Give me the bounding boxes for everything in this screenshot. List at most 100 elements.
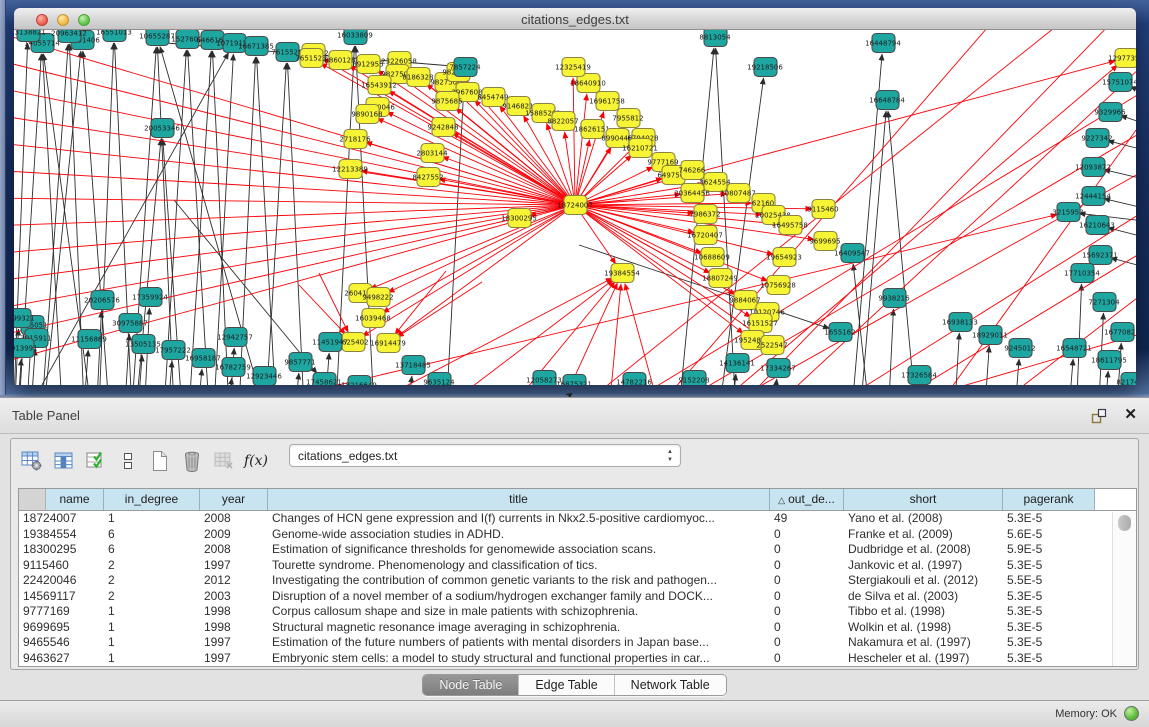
- graph-node-1655162[interactable]: 1655162: [824, 323, 855, 342]
- graph-node-8813054[interactable]: 8813054: [699, 30, 731, 47]
- table-cell: 5.3E-5: [1003, 558, 1095, 574]
- graph-node-9938216[interactable]: 9938216: [878, 289, 910, 308]
- graph-node-7857224[interactable]: 7857224: [449, 58, 481, 77]
- table-row[interactable]: 911546021997Tourette syndrome. Phenomeno…: [19, 558, 1136, 574]
- table-row[interactable]: 2242004622012Investigating the contribut…: [19, 573, 1136, 589]
- graph-node-7955812[interactable]: 7955812: [612, 109, 643, 128]
- graph-node-9498222[interactable]: 9498222: [362, 288, 393, 307]
- graph-node-12942757[interactable]: 12942757: [217, 328, 253, 347]
- table-row[interactable]: 1830029562008Estimation of significance …: [19, 542, 1136, 558]
- table-row[interactable]: 946362711997Embryonic stem cells: a mode…: [19, 651, 1136, 667]
- graph-node-9699695[interactable]: 9699695: [809, 232, 840, 251]
- create-table-icon[interactable]: [147, 448, 173, 474]
- tab-network-table[interactable]: Network Table: [615, 675, 726, 695]
- graph-node-12444154[interactable]: 12444154: [1075, 187, 1111, 206]
- column-header-in-degree[interactable]: in_degree: [104, 489, 200, 510]
- graph-node-16720407[interactable]: 16720407: [687, 226, 723, 245]
- graph-node-16648784[interactable]: 16648784: [869, 91, 905, 110]
- graph-node-9875685[interactable]: 9875685: [431, 92, 462, 111]
- table-row[interactable]: 969969511998Structural magnetic resonanc…: [19, 620, 1136, 636]
- graph-node-12093872[interactable]: 12093872: [1075, 158, 1111, 177]
- graph-node-18300295[interactable]: 18300295: [501, 209, 537, 228]
- graph-node-16914479[interactable]: 16914479: [370, 334, 406, 353]
- graph-node-9227342[interactable]: 9227342: [1081, 129, 1112, 148]
- graph-node-9635124[interactable]: 9635124: [423, 373, 455, 386]
- graph-node-8860128[interactable]: 8860128: [324, 51, 355, 70]
- graph-node-3215953[interactable]: 3215953: [1052, 203, 1083, 222]
- network-canvas[interactable]: 1872400779638228860128891295523226058982…: [14, 30, 1136, 385]
- graph-node-9857771[interactable]: 9857771: [284, 353, 315, 372]
- graph-node-17710354[interactable]: 17710354: [1064, 264, 1100, 283]
- graph-node-7986372[interactable]: 7986372: [689, 205, 720, 224]
- graph-node-7651523[interactable]: 7651523: [295, 49, 326, 68]
- tab-edge-table[interactable]: Edge Table: [519, 675, 614, 695]
- table-row[interactable]: 1872400712008Changes of HCN gene express…: [19, 511, 1136, 527]
- graph-node-7271304[interactable]: 7271304: [1088, 293, 1120, 312]
- graph-node-13718485[interactable]: 13718485: [395, 356, 431, 375]
- table-row[interactable]: 1456911722003Disruption of a novel membe…: [19, 589, 1136, 605]
- graph-node-2803144[interactable]: 2803144: [416, 144, 448, 163]
- column-header-name[interactable]: name: [46, 489, 104, 510]
- graph-node-20053346[interactable]: 20053346: [144, 119, 180, 138]
- table-row[interactable]: 946554611997Estimation of the future num…: [19, 635, 1136, 651]
- graph-node-9242848[interactable]: 9242848: [427, 118, 458, 137]
- graph-node-2718176[interactable]: 2718176: [339, 130, 371, 149]
- graph-node-12977355[interactable]: 12977355: [1108, 49, 1136, 68]
- graph-node-12923446[interactable]: 12923446: [246, 367, 282, 386]
- graph-node-16548721[interactable]: 16548721: [1056, 339, 1092, 358]
- graph-node-16210643[interactable]: 16210643: [1079, 216, 1115, 235]
- graph-node-17458621[interactable]: 17458621: [306, 373, 342, 386]
- table-selector-dropdown[interactable]: citations_edges.txt ▲▼: [289, 444, 681, 467]
- graph-node-16033809[interactable]: 16033809: [337, 30, 373, 45]
- function-builder-icon[interactable]: f(x): [243, 448, 269, 474]
- graph-node-9245012[interactable]: 9245012: [1004, 339, 1035, 358]
- delete-table-icon[interactable]: [179, 448, 205, 474]
- graph-node-10756928[interactable]: 10756928: [760, 276, 796, 295]
- graph-node-16961758[interactable]: 16961758: [589, 92, 625, 111]
- table-scrollbar-thumb[interactable]: [1118, 515, 1131, 531]
- graph-node-16448794[interactable]: 16448794: [865, 34, 901, 53]
- column-header-year[interactable]: year: [200, 489, 268, 510]
- graph-node-15751074[interactable]: 15751074: [1102, 73, 1136, 92]
- graph-node-label: 18724007: [557, 201, 593, 209]
- graph-node-17326584[interactable]: 17326584: [901, 366, 937, 385]
- column-header-short[interactable]: short: [844, 489, 1003, 510]
- graph-node-17359924[interactable]: 17359924: [132, 288, 168, 307]
- network-window-titlebar[interactable]: citations_edges.txt: [14, 8, 1136, 30]
- column-header-out-de-[interactable]: △out_de...: [770, 489, 844, 510]
- graph-node-17334267[interactable]: 17334267: [760, 359, 796, 378]
- graph-node-19654923[interactable]: 19654923: [766, 248, 802, 267]
- graph-node-9890168[interactable]: 9890168: [351, 105, 382, 124]
- table-mode-icon[interactable]: [115, 448, 141, 474]
- column-header-pagerank[interactable]: pagerank: [1003, 489, 1095, 510]
- table-row[interactable]: 1938455462009Genome-wide association stu…: [19, 527, 1136, 543]
- graph-node-16938133[interactable]: 16938133: [942, 313, 978, 332]
- select-columns-icon[interactable]: [83, 448, 109, 474]
- graph-node-16770825[interactable]: 16770825: [1104, 323, 1136, 342]
- table-scrollbar[interactable]: [1112, 512, 1136, 666]
- table-cell: 0: [770, 604, 844, 620]
- graph-node-746266[interactable]: 746266: [679, 161, 706, 180]
- table-row[interactable]: 977716911998Corpus callosum shape and si…: [19, 604, 1136, 620]
- graph-node-9115460[interactable]: 9115460: [807, 200, 838, 219]
- graph-node-19218506[interactable]: 19218506: [747, 58, 783, 77]
- tab-node-table[interactable]: Node Table: [423, 675, 519, 695]
- graph-node-8186328[interactable]: 8186328: [402, 68, 433, 87]
- graph-node-9152208[interactable]: 9152208: [678, 371, 709, 386]
- float-panel-icon[interactable]: [1091, 408, 1107, 424]
- graph-node-1913991[interactable]: 1913991: [14, 339, 38, 358]
- table-settings-icon[interactable]: [19, 448, 45, 474]
- graph-node-9329966[interactable]: 9329966: [1094, 103, 1126, 122]
- close-panel-icon[interactable]: ✕: [1124, 406, 1137, 424]
- graph-node-18611795[interactable]: 18611795: [1091, 351, 1127, 370]
- graph-node-30975887[interactable]: 30975887: [112, 314, 148, 333]
- graph-node-8427552[interactable]: 8427552: [412, 168, 443, 187]
- show-columns-icon[interactable]: [51, 448, 77, 474]
- graph-node-8912955[interactable]: 8912955: [352, 55, 383, 74]
- column-header-title[interactable]: title: [268, 489, 770, 510]
- graph-node-15692371[interactable]: 15692371: [1082, 246, 1118, 265]
- graph-node-16551013[interactable]: 16551013: [96, 30, 132, 42]
- graph-node-18929011[interactable]: 18929011: [972, 326, 1008, 345]
- graph-node-20206576[interactable]: 20206576: [84, 291, 120, 310]
- graph-node-2522547[interactable]: 2522547: [756, 336, 787, 355]
